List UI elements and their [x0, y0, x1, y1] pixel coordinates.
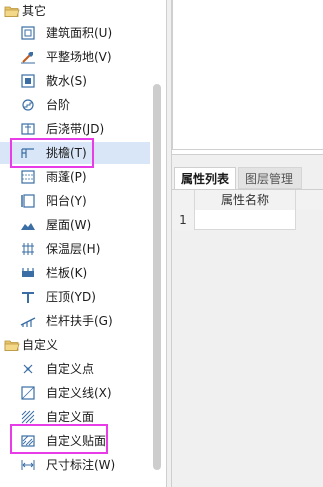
railing-icon	[20, 317, 36, 327]
tree-item-label: 栏杆扶手(G)	[46, 314, 113, 328]
tree-item-label: 屋面(W)	[46, 218, 92, 232]
coping-icon	[22, 292, 34, 303]
tree-item-balcony[interactable]: 阳台(Y)	[0, 190, 150, 212]
dimension-icon	[21, 460, 35, 470]
component-tree-panel: 其它 建筑面积(U) 平整场地(V) 散水(S) 台阶 后浇带(JD) 挑檐(T…	[0, 0, 166, 487]
custom-face-icon	[21, 410, 35, 424]
highlight-box-eave	[10, 138, 94, 168]
folder-open-icon	[4, 6, 20, 17]
tree-item-dimension[interactable]: 尺寸标注(W)	[0, 454, 150, 476]
panel-border	[172, 0, 173, 150]
properties-panel: 属性列表 图层管理 属性名称 1	[172, 154, 323, 487]
tree-item-site-leveling[interactable]: 平整场地(V)	[0, 46, 150, 68]
tree-item-building-area[interactable]: 建筑面积(U)	[0, 22, 150, 44]
tree-item-label: 散水(S)	[46, 74, 87, 88]
tree-item-railing[interactable]: 栏杆扶手(G)	[0, 310, 150, 332]
tree-group-other[interactable]: 其它	[0, 0, 150, 22]
tree-item-label: 阳台(Y)	[46, 194, 87, 208]
steps-icon	[22, 99, 34, 111]
building-area-icon	[21, 26, 35, 40]
custom-point-icon	[23, 364, 33, 374]
tree-item-label: 压顶(YD)	[46, 290, 96, 304]
tree-item-label: 保温层(H)	[46, 242, 101, 256]
column-header-property-name[interactable]: 属性名称	[194, 190, 296, 210]
tree-item-label: 自定义线(X)	[46, 386, 112, 400]
shovel-icon	[21, 52, 35, 64]
tree-item-label: 台阶	[46, 98, 71, 112]
tree-item-apron[interactable]: 散水(S)	[0, 70, 150, 92]
tree-item-parapet[interactable]: 栏板(K)	[0, 262, 150, 284]
property-grid: 属性名称 1	[172, 189, 323, 230]
apron-icon	[21, 74, 35, 88]
tree-group-label: 其它	[22, 4, 47, 18]
upper-right-panel	[172, 0, 323, 150]
insulation-icon	[22, 243, 34, 255]
tree-scrollbar-thumb[interactable]	[153, 84, 161, 470]
custom-line-icon	[21, 386, 35, 400]
tree-item-coping[interactable]: 压顶(YD)	[0, 286, 150, 308]
roof-icon	[21, 223, 35, 230]
tree-item-insulation[interactable]: 保温层(H)	[0, 238, 150, 260]
tree-group-label: 自定义	[22, 338, 59, 352]
tree-item-roof[interactable]: 屋面(W)	[0, 214, 150, 236]
tree-item-steps[interactable]: 台阶	[0, 94, 150, 116]
parapet-icon	[22, 268, 34, 277]
tree-item-label: 雨蓬(P)	[46, 170, 87, 184]
tree-item-label: 栏板(K)	[46, 266, 88, 280]
tree-item-label: 建筑面积(U)	[46, 26, 113, 40]
tab-layer-management[interactable]: 图层管理	[238, 167, 302, 189]
grid-empty-area	[296, 210, 323, 230]
tree-item-custom-point[interactable]: 自定义点	[0, 358, 150, 380]
property-name-cell[interactable]	[195, 210, 296, 230]
balcony-icon	[21, 194, 35, 208]
highlight-box-custom-overlay	[10, 424, 108, 454]
tree-item-post-pour-strip[interactable]: 后浇带(JD)	[0, 118, 150, 140]
tree-item-custom-line[interactable]: 自定义线(X)	[0, 382, 150, 404]
tree-item-canopy[interactable]: 雨蓬(P)	[0, 166, 150, 188]
tab-property-list[interactable]: 属性列表	[174, 167, 236, 189]
folder-open-icon	[4, 340, 20, 351]
tree-item-label: 自定义点	[46, 362, 95, 376]
tree-group-custom[interactable]: 自定义	[0, 334, 150, 356]
grid-header: 属性名称	[172, 190, 323, 211]
canopy-icon	[21, 170, 35, 184]
tree-item-label: 平整场地(V)	[46, 50, 112, 64]
tree-item-label: 后浇带(JD)	[46, 122, 105, 136]
row-number[interactable]: 1	[172, 210, 195, 230]
post-pour-strip-icon	[21, 123, 35, 135]
tree-item-label: 尺寸标注(W)	[46, 458, 116, 472]
